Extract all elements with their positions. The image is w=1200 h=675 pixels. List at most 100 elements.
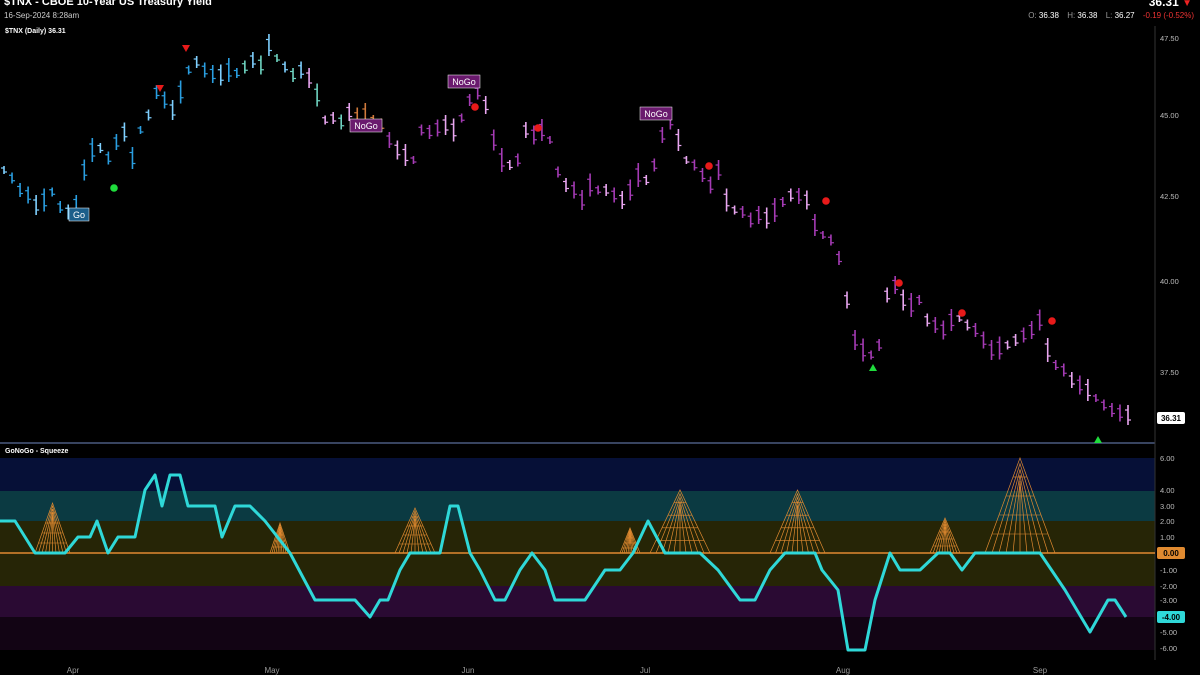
price-bar — [900, 289, 907, 311]
badge-label: NoGo — [452, 77, 476, 87]
price-bar — [651, 158, 658, 172]
price-bar — [1052, 360, 1059, 370]
price-bar — [306, 68, 313, 88]
price-bar — [97, 143, 104, 153]
price-bar — [1092, 394, 1099, 402]
oscillator-last-label-value: -4.00 — [1162, 613, 1181, 622]
price-bar — [17, 183, 24, 197]
price-bar — [257, 55, 264, 75]
price-bar — [57, 201, 64, 213]
price-bar — [852, 330, 859, 350]
price-bar — [771, 198, 778, 222]
price-bar — [314, 83, 321, 107]
price-bar — [908, 293, 915, 317]
price-bar — [322, 115, 329, 125]
price-bar — [514, 153, 521, 167]
price-bar — [33, 195, 40, 215]
price-bar — [779, 197, 786, 207]
price-bar — [795, 188, 802, 204]
price-bar — [105, 151, 112, 165]
signal-badge: NoGo — [447, 74, 481, 89]
signal-dot — [822, 197, 830, 205]
price-bar — [723, 188, 730, 212]
zero-label: 0.00 — [1157, 547, 1185, 559]
price-bar — [1125, 405, 1131, 425]
price-bar — [827, 234, 834, 246]
signal-dot — [534, 124, 542, 132]
oscillator-axis-tick: 1.00 — [1160, 533, 1175, 542]
price-bar — [434, 119, 441, 137]
price-bar — [1076, 375, 1083, 395]
signal-dot — [471, 103, 479, 111]
price-bar — [506, 160, 513, 170]
price-bar — [217, 64, 224, 86]
price-bar — [466, 94, 473, 106]
price-bar — [450, 118, 457, 142]
price-bar — [611, 187, 618, 203]
price-bar — [635, 163, 642, 187]
price-bar — [121, 122, 128, 142]
oscillator-axis-tick: -1.00 — [1160, 566, 1177, 575]
price-bar — [707, 176, 714, 194]
price-bar — [241, 60, 248, 74]
oscillator-axis-tick: -3.00 — [1160, 596, 1177, 605]
price-bar — [298, 61, 305, 79]
price-bar — [603, 184, 610, 196]
red-down-triangle-icon — [182, 45, 190, 52]
oscillator-axis-tick: 4.00 — [1160, 486, 1175, 495]
price-bar — [595, 185, 602, 195]
price-bar — [747, 212, 754, 228]
price-bar — [25, 186, 32, 204]
month-label: Apr — [67, 666, 80, 675]
price-bar — [627, 179, 634, 201]
price-bar — [731, 205, 738, 215]
price-bar — [1, 166, 7, 174]
price-bar — [803, 190, 810, 210]
price-bar — [1044, 338, 1051, 362]
price-axis-tick: 40.00 — [1160, 277, 1179, 286]
price-bar — [876, 339, 883, 351]
price-bar — [169, 100, 176, 120]
price-panel-label: $TNX (Daily) 36.31 — [3, 28, 68, 35]
price-bar — [554, 166, 561, 178]
price-bar — [458, 113, 465, 123]
price-bar — [193, 56, 200, 68]
zero-label-value: 0.00 — [1163, 549, 1179, 558]
price-bar — [1012, 334, 1019, 346]
month-label: Jul — [640, 666, 650, 675]
price-bar — [948, 309, 955, 331]
price-bar — [9, 172, 16, 184]
price-bar — [699, 168, 706, 182]
osc-band-weak-go — [0, 521, 1155, 553]
price-last-label: 36.31 — [1157, 412, 1185, 424]
price-bar — [442, 115, 449, 135]
osc-band-go — [0, 491, 1155, 521]
price-bar — [249, 52, 256, 68]
price-bar — [755, 206, 762, 224]
price-bar — [763, 207, 770, 229]
price-bar — [137, 126, 144, 134]
oscillator-axis-tick: -6.00 — [1160, 644, 1177, 653]
price-bar — [619, 191, 626, 209]
price-bar — [1100, 399, 1107, 411]
price-bar — [675, 129, 682, 151]
price-bar — [282, 61, 288, 73]
oscillator-axis-tick: 2.00 — [1160, 517, 1175, 526]
price-bar — [739, 206, 746, 218]
signal-dot — [895, 279, 903, 287]
chart-canvas[interactable]: Go NoGo NoGo NoGo 47.50 45.00 42.50 40.00 37.50… — [0, 0, 1200, 675]
price-bar — [1068, 372, 1075, 388]
signal-markers: Go NoGo NoGo NoGo — [68, 45, 1102, 443]
price-bar — [819, 231, 826, 239]
signal-dot — [958, 309, 966, 317]
signal-dot — [705, 162, 713, 170]
price-bar — [980, 331, 987, 349]
price-bar — [844, 291, 850, 309]
price-bar — [185, 65, 192, 75]
price-bar — [659, 127, 666, 143]
price-bars — [1, 34, 1131, 425]
price-bar — [860, 338, 867, 362]
price-bar — [233, 68, 240, 78]
price-bar — [787, 188, 794, 202]
price-bar — [490, 129, 497, 151]
